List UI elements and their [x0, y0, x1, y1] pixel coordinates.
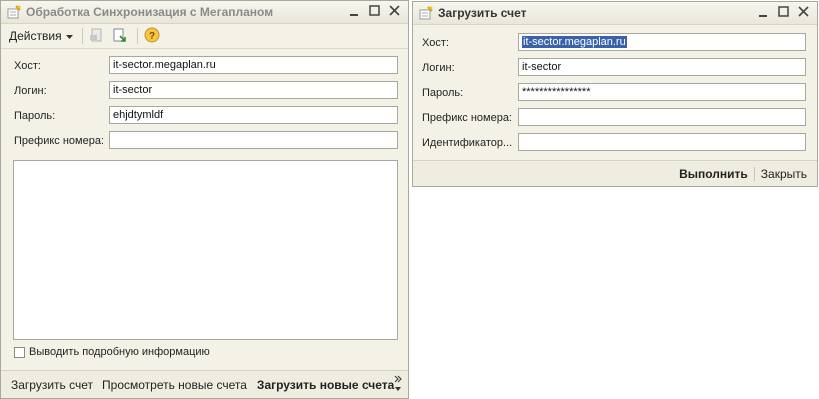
host-value-selected: it-sector.megaplan.ru [522, 36, 627, 48]
load-invoice-button[interactable]: Загрузить счет [11, 378, 93, 392]
more-commands-icon[interactable] [394, 374, 402, 396]
sync-window: Обработка Синхронизация с Мегапланом Дей… [0, 0, 409, 399]
password-field[interactable]: **************** [518, 83, 806, 101]
minimize-icon [349, 6, 359, 19]
sync-window-titlebar[interactable]: Обработка Синхронизация с Мегапланом [1, 1, 408, 24]
prefix-label: Префикс номера: [14, 135, 104, 147]
window-title: Обработка Синхронизация с Мегапланом [26, 5, 274, 19]
minimize-button[interactable] [755, 5, 771, 21]
maximize-icon [368, 5, 380, 19]
close-button[interactable] [795, 5, 811, 21]
view-new-invoices-button[interactable]: Просмотреть новые счета [102, 378, 247, 392]
checkbox-box[interactable] [14, 346, 25, 358]
load-invoice-titlebar[interactable]: Загрузить счет [413, 2, 817, 25]
document-arrow-icon [111, 27, 127, 46]
minimize-button[interactable] [346, 4, 362, 20]
login-label: Логин: [422, 62, 455, 74]
help-icon: ? [144, 27, 160, 46]
login-field[interactable]: it-sector [109, 81, 398, 99]
prefix-label: Префикс номера: [422, 112, 512, 124]
prefix-field[interactable] [109, 131, 398, 149]
close-icon [797, 6, 809, 20]
document-icon [89, 27, 105, 46]
load-invoice-footer: Выполнить Закрыть [413, 160, 817, 186]
close-icon [388, 5, 400, 19]
load-new-invoices-button[interactable]: Загрузить новые счета [257, 378, 394, 392]
host-label: Хост: [14, 60, 41, 72]
verbose-checkbox-label: Выводить подробную информацию [29, 346, 210, 358]
actions-menu[interactable]: Действия [5, 27, 77, 45]
maximize-icon [777, 6, 789, 20]
password-label: Пароль: [422, 87, 464, 99]
identifier-field[interactable] [518, 133, 806, 151]
close-button[interactable] [386, 4, 402, 20]
identifier-label: Идентификатор... [422, 137, 513, 149]
log-textarea[interactable] [13, 160, 398, 340]
maximize-button[interactable] [366, 4, 382, 20]
verbose-checkbox[interactable]: Выводить подробную информацию [14, 346, 210, 358]
password-field[interactable]: ehjdtymldf [109, 106, 398, 124]
execute-button[interactable]: Выполнить [679, 167, 748, 181]
login-field[interactable]: it-sector [518, 58, 806, 76]
load-document-button[interactable] [88, 27, 106, 45]
dropdown-arrow-icon [65, 29, 73, 43]
host-field[interactable]: it-sector.megaplan.ru [109, 56, 398, 74]
import-document-button[interactable] [110, 27, 128, 45]
sync-window-footer: Загрузить счет Просмотреть новые счета З… [1, 370, 408, 398]
host-label: Хост: [422, 37, 449, 49]
footer-divider [753, 166, 755, 181]
form-wand-icon [7, 5, 21, 19]
form-wand-icon [419, 6, 433, 20]
close-dialog-button[interactable]: Закрыть [761, 167, 807, 181]
window-title: Загрузить счет [438, 6, 527, 20]
help-button[interactable]: ? [143, 27, 161, 45]
load-invoice-window: Загрузить счет Хост: it-sector.megaplan.… [412, 1, 818, 187]
login-label: Логин: [14, 85, 47, 97]
svg-text:?: ? [149, 31, 155, 42]
host-field[interactable]: it-sector.megaplan.ru [518, 33, 806, 51]
password-label: Пароль: [14, 110, 56, 122]
sync-window-toolbar: Действия ? [1, 24, 408, 49]
maximize-button[interactable] [775, 5, 791, 21]
minimize-icon [758, 7, 768, 20]
toolbar-divider [136, 28, 138, 44]
prefix-field[interactable] [518, 108, 806, 126]
actions-label: Действия [9, 29, 62, 43]
toolbar-divider [81, 28, 83, 44]
